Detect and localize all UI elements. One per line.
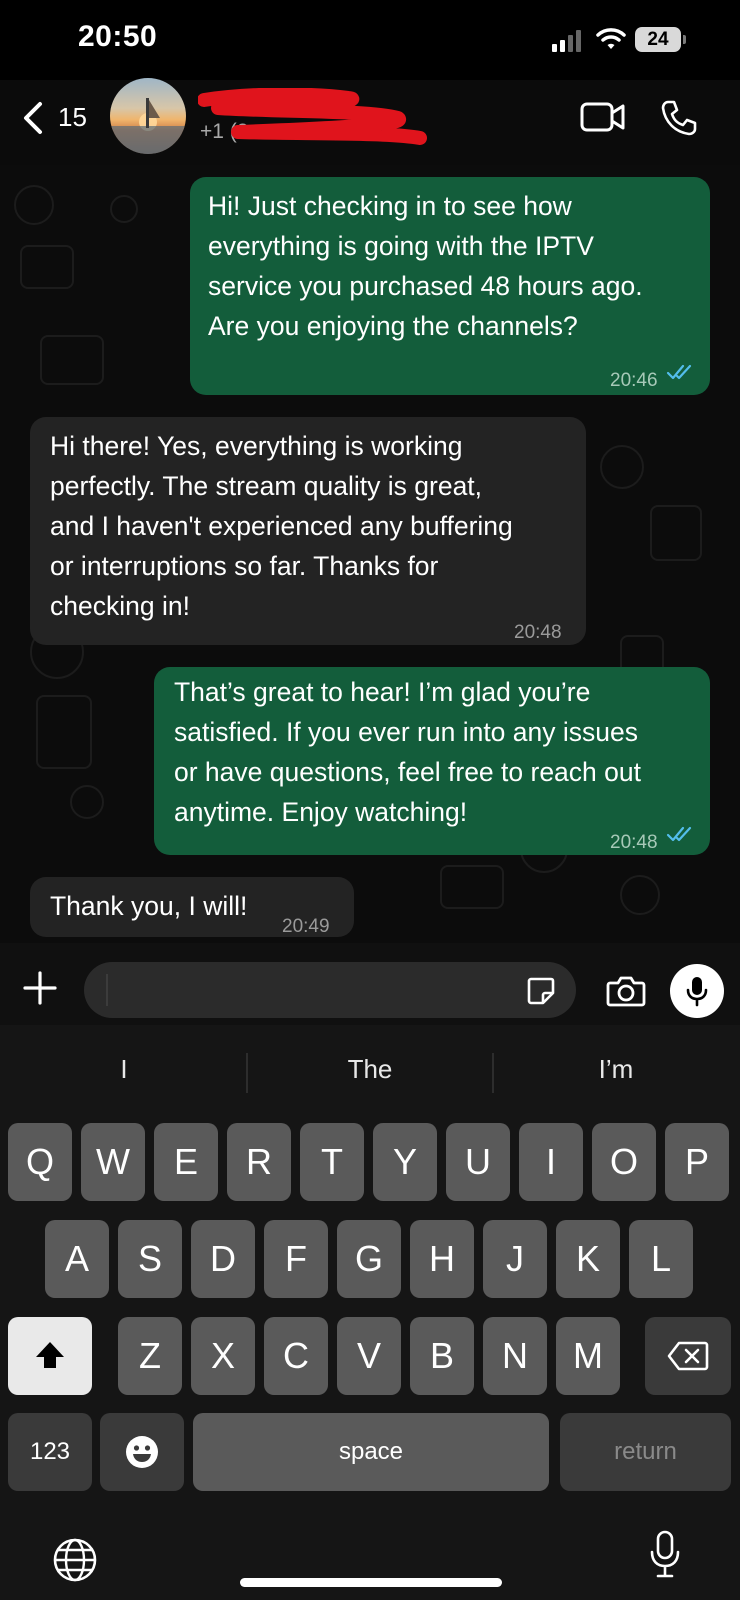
key-g[interactable]: G <box>337 1220 401 1298</box>
key-o[interactable]: O <box>592 1123 656 1201</box>
message-time: 20:48 <box>610 832 658 853</box>
suggestion-divider <box>246 1053 248 1093</box>
space-key[interactable]: space <box>193 1413 549 1491</box>
key-r[interactable]: R <box>227 1123 291 1201</box>
wallpaper-doodle <box>620 875 660 915</box>
text-cursor <box>106 974 108 1006</box>
key-t[interactable]: T <box>300 1123 364 1201</box>
suggestion-item[interactable]: The <box>290 1054 450 1085</box>
suggestion-item[interactable]: I’m <box>536 1054 696 1085</box>
message-bubble-incoming[interactable]: Thank you, I will! 20:49 <box>30 877 354 937</box>
key-n[interactable]: N <box>483 1317 547 1395</box>
microphone-icon <box>648 1530 682 1580</box>
message-text: That’s great to hear! I’m glad you’re sa… <box>174 677 641 827</box>
suggestion-item[interactable]: I <box>44 1054 204 1085</box>
cellular-signal-icon <box>552 30 582 52</box>
dictation-button[interactable] <box>648 1530 682 1580</box>
key-b[interactable]: B <box>410 1317 474 1395</box>
suggestion-divider <box>492 1053 494 1093</box>
wallpaper-doodle <box>14 185 54 225</box>
wallpaper-doodle <box>20 245 74 289</box>
message-time: 20:48 <box>514 622 562 643</box>
emoji-icon <box>124 1434 160 1470</box>
attach-button[interactable] <box>22 970 58 1006</box>
key-e[interactable]: E <box>154 1123 218 1201</box>
message-bubble-outgoing[interactable]: That’s great to hear! I’m glad you’re sa… <box>154 667 710 855</box>
read-receipt-icon <box>666 825 694 843</box>
battery-tip <box>683 35 686 44</box>
wifi-icon <box>596 26 626 52</box>
read-receipt-icon <box>666 363 694 381</box>
camera-icon <box>606 974 646 1008</box>
key-w[interactable]: W <box>81 1123 145 1201</box>
key-c[interactable]: C <box>264 1317 328 1395</box>
key-d[interactable]: D <box>191 1220 255 1298</box>
delete-key[interactable] <box>645 1317 731 1395</box>
video-camera-icon <box>580 101 626 133</box>
sticker-button[interactable] <box>526 976 556 1006</box>
keyboard-switch-button[interactable] <box>52 1537 98 1583</box>
key-h[interactable]: H <box>410 1220 474 1298</box>
video-call-button[interactable] <box>580 101 626 133</box>
microphone-icon <box>685 975 709 1007</box>
keyboard <box>0 1025 740 1600</box>
voice-call-button[interactable] <box>660 99 698 137</box>
unread-count[interactable]: 15 <box>58 102 87 133</box>
phone-icon <box>660 99 698 137</box>
wallpaper-doodle <box>110 195 138 223</box>
message-bubble-outgoing[interactable]: Hi! Just checking in to see how everythi… <box>190 177 710 395</box>
key-s[interactable]: S <box>118 1220 182 1298</box>
key-q[interactable]: Q <box>8 1123 72 1201</box>
message-text: Hi! Just checking in to see how everythi… <box>208 191 643 341</box>
key-i[interactable]: I <box>519 1123 583 1201</box>
home-indicator[interactable] <box>240 1578 502 1587</box>
key-v[interactable]: V <box>337 1317 401 1395</box>
battery-indicator: 24 <box>635 27 681 52</box>
key-k[interactable]: K <box>556 1220 620 1298</box>
emoji-key[interactable] <box>100 1413 184 1491</box>
avatar[interactable] <box>110 78 186 154</box>
redaction-scribble <box>198 88 428 152</box>
key-l[interactable]: L <box>629 1220 693 1298</box>
key-f[interactable]: F <box>264 1220 328 1298</box>
key-p[interactable]: P <box>665 1123 729 1201</box>
chevron-left-icon <box>20 100 46 136</box>
voice-message-button[interactable] <box>670 964 724 1018</box>
plus-icon <box>22 970 58 1006</box>
wallpaper-doodle <box>40 335 104 385</box>
status-time: 20:50 <box>78 20 158 53</box>
key-j[interactable]: J <box>483 1220 547 1298</box>
message-text: Thank you, I will! <box>50 891 248 921</box>
message-time: 20:49 <box>282 916 330 937</box>
camera-button[interactable] <box>606 974 646 1008</box>
backspace-icon <box>667 1341 709 1371</box>
back-button[interactable] <box>20 100 46 136</box>
wallpaper-doodle <box>600 445 644 489</box>
key-z[interactable]: Z <box>118 1317 182 1395</box>
wallpaper-doodle <box>70 785 104 819</box>
key-u[interactable]: U <box>446 1123 510 1201</box>
wallpaper-doodle <box>36 695 92 769</box>
message-input[interactable] <box>84 962 576 1018</box>
key-m[interactable]: M <box>556 1317 620 1395</box>
return-key[interactable]: return <box>560 1413 731 1491</box>
message-bubble-incoming[interactable]: Hi there! Yes, everything is working per… <box>30 417 586 645</box>
globe-icon <box>52 1537 98 1583</box>
message-time: 20:46 <box>610 370 658 391</box>
wallpaper-doodle <box>650 505 702 561</box>
key-x[interactable]: X <box>191 1317 255 1395</box>
message-text: Hi there! Yes, everything is working per… <box>50 431 513 621</box>
numbers-key[interactable]: 123 <box>8 1413 92 1491</box>
key-y[interactable]: Y <box>373 1123 437 1201</box>
key-a[interactable]: A <box>45 1220 109 1298</box>
sticker-icon <box>526 976 556 1006</box>
wallpaper-doodle <box>440 865 504 909</box>
shift-key[interactable] <box>8 1317 92 1395</box>
shift-arrow-icon <box>34 1339 66 1371</box>
